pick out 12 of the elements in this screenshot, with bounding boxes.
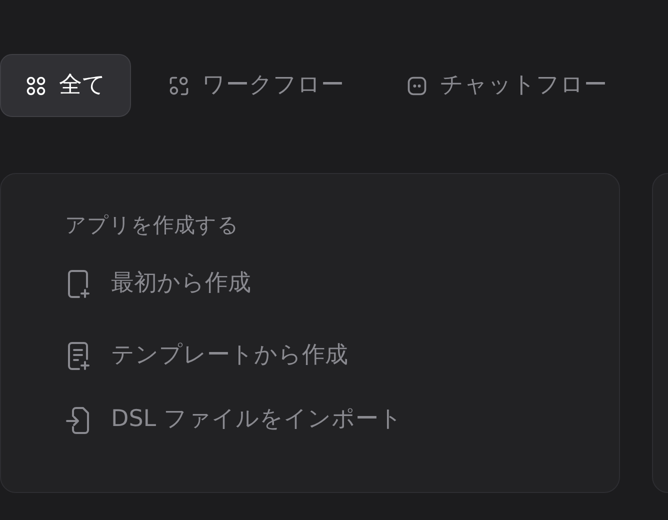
filter-tab[interactable]: ワークフロー	[143, 54, 369, 117]
grid-icon	[25, 74, 47, 96]
create-option[interactable]: DSL ファイルをインポート	[65, 394, 619, 446]
create-option[interactable]: 最初から作成	[65, 258, 619, 310]
document-plus-icon	[65, 340, 91, 372]
create-option[interactable]: テンプレートから作成	[65, 330, 619, 382]
filter-tab[interactable]: 全て	[0, 54, 131, 117]
new-file-icon	[65, 268, 91, 300]
filter-tab[interactable]: チャットフロー	[381, 54, 632, 117]
nodes-icon	[168, 74, 190, 96]
card-title: アプリを作成する	[65, 212, 240, 239]
chat-bubble-icon	[406, 74, 428, 96]
